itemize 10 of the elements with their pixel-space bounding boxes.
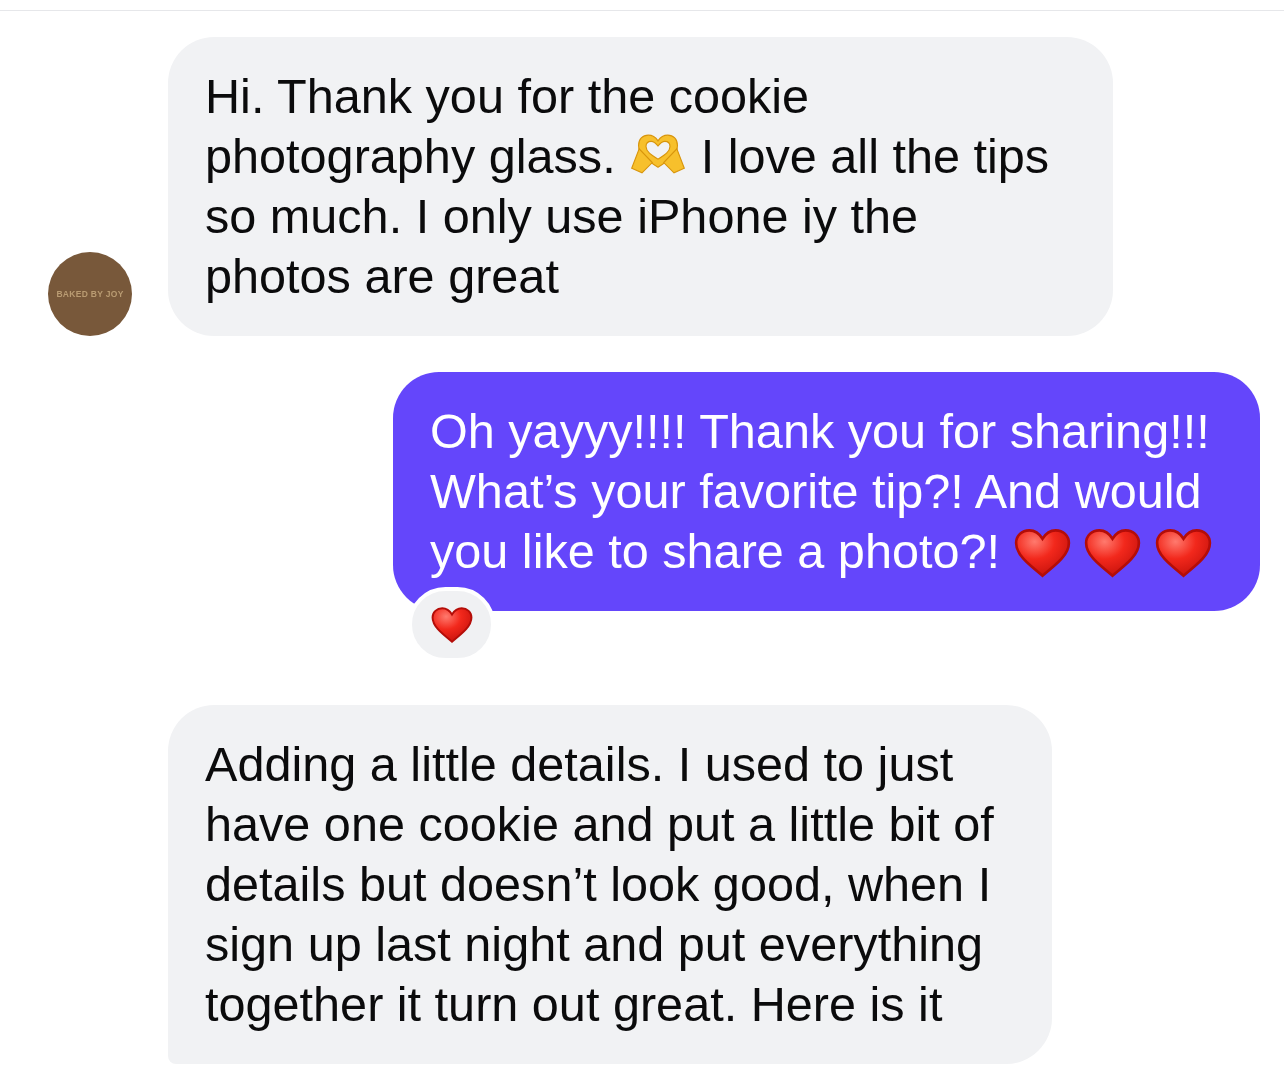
heart-icon bbox=[1084, 527, 1142, 579]
heart-hands-icon bbox=[629, 134, 688, 174]
profile-avatar[interactable]: BAKED BY JOY bbox=[48, 252, 132, 336]
avatar-logo-text: BAKED BY JOY bbox=[56, 289, 124, 299]
message-text: Oh yayyy!!!! Thank you for sharing!!! What’s your favorite tip?! And would you like to share a photo?! bbox=[430, 403, 1213, 581]
heart-icon bbox=[1013, 527, 1071, 579]
heart-icon bbox=[1154, 527, 1212, 579]
heart-icon bbox=[430, 605, 473, 644]
message-text: Adding a little details. I used to just have one cookie and put a little bit of details but doesn’t look good, when I sign up last night and put everything together it turn out great. Here is it bbox=[205, 736, 995, 1033]
message-text: Hi. Thank you for the cookie photography glass. I love all the tips so much. I only use iPhone iy the photos are great bbox=[205, 68, 1051, 305]
